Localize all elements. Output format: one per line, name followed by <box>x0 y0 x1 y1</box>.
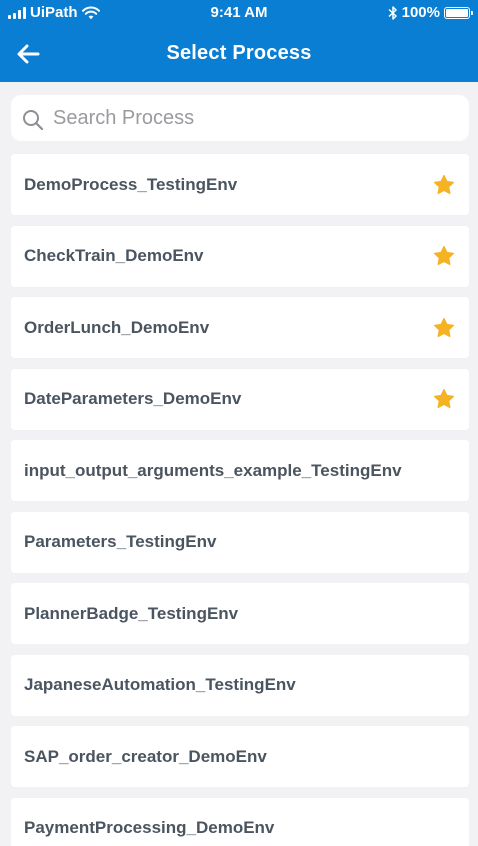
nav-bar: Select Process <box>0 28 478 82</box>
process-name: JapaneseAutomation_TestingEnv <box>24 675 296 694</box>
process-name: OrderLunch_DemoEnv <box>24 317 210 337</box>
battery-percent: 100% <box>401 4 440 21</box>
list-item[interactable]: input_output_arguments_example_TestingEn… <box>11 440 469 501</box>
star-icon[interactable] <box>433 317 455 339</box>
battery-icon <box>444 6 473 19</box>
process-list: DemoProcess_TestingEnv CheckTrain_DemoEnv… <box>11 154 469 846</box>
list-item[interactable]: DemoProcess_TestingEnv <box>11 154 469 215</box>
process-name: SAP_order_creator_DemoEnv <box>24 746 267 766</box>
status-right: 100% <box>388 4 473 21</box>
search-icon <box>23 110 44 131</box>
process-name: DateParameters_DemoEnv <box>24 389 242 408</box>
list-item[interactable]: CheckTrain_DemoEnv <box>11 225 469 287</box>
list-item[interactable]: PaymentProcessing_DemoEnv <box>11 797 469 846</box>
status-bar: UiPath 9:41 AM 100% <box>0 0 478 28</box>
top-bar: UiPath 9:41 AM 100% Select Process <box>0 0 478 82</box>
search-bar[interactable] <box>11 95 469 141</box>
star-icon[interactable] <box>433 245 455 267</box>
list-item[interactable]: SAP_order_creator_DemoEnv <box>11 726 469 787</box>
bluetooth-icon <box>388 5 397 20</box>
process-name: CheckTrain_DemoEnv <box>24 246 204 265</box>
star-icon[interactable] <box>433 388 455 410</box>
process-name: PaymentProcessing_DemoEnv <box>24 818 275 837</box>
list-item[interactable]: Parameters_TestingEnv <box>11 511 469 573</box>
list-item[interactable]: OrderLunch_DemoEnv <box>11 297 469 358</box>
list-item[interactable]: JapaneseAutomation_TestingEnv <box>11 654 469 716</box>
page-title: Select Process <box>166 42 312 64</box>
app-screen: UiPath 9:41 AM 100% Select Process Searc… <box>0 0 478 846</box>
search-input[interactable] <box>51 105 469 131</box>
star-icon[interactable] <box>433 174 455 196</box>
list-item[interactable]: PlannerBadge_TestingEnv <box>11 583 469 644</box>
process-name: input_output_arguments_example_TestingEn… <box>24 460 402 480</box>
process-name: Parameters_TestingEnv <box>24 532 217 551</box>
process-name: DemoProcess_TestingEnv <box>24 174 238 194</box>
list-item[interactable]: DateParameters_DemoEnv <box>11 368 469 430</box>
process-name: PlannerBadge_TestingEnv <box>24 603 239 623</box>
